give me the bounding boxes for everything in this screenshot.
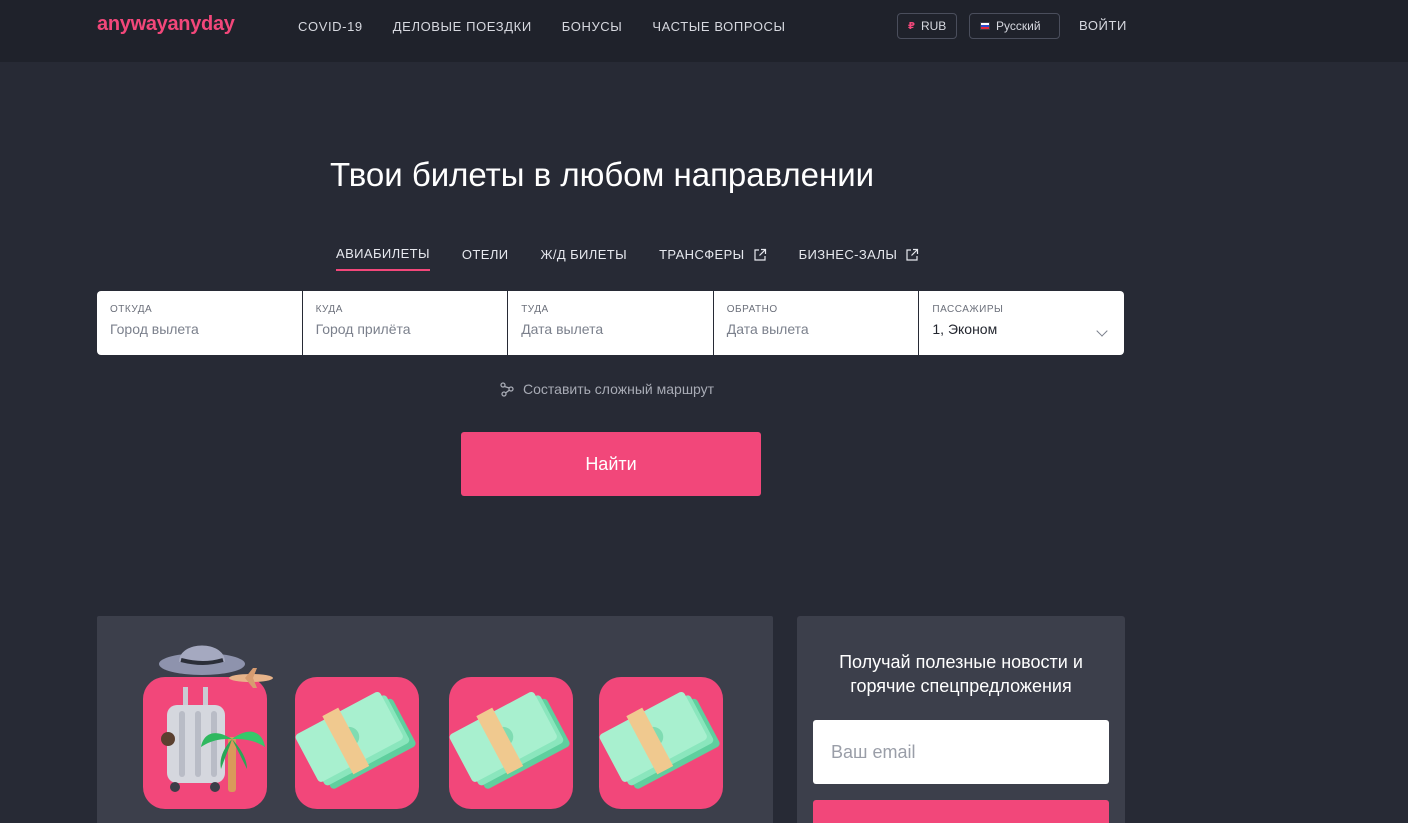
- find-button[interactable]: Найти: [461, 432, 761, 496]
- return-date-field[interactable]: ОБРАТНО Дата вылета: [714, 291, 920, 355]
- tab-rail[interactable]: Ж/Д БИЛЕТЫ: [541, 246, 628, 271]
- nav-item-faq[interactable]: ЧАСТЫЕ ВОПРОСЫ: [652, 19, 785, 34]
- ruble-icon: ₽: [908, 20, 915, 32]
- tab-transfers[interactable]: ТРАНСФЕРЫ: [659, 246, 767, 271]
- page-title: Твои билеты в любом направлении: [330, 156, 875, 193]
- money-icon: [449, 691, 570, 789]
- return-date-label: ОБРАТНО: [726, 304, 778, 315]
- return-date-input[interactable]: Дата вылета: [727, 321, 907, 337]
- brand-logo[interactable]: anywayanyday: [97, 13, 235, 36]
- currency-label: RUB: [920, 19, 947, 33]
- newsletter-title-line1: Получай полезные новости и: [839, 652, 1083, 672]
- airplane-icon: [229, 668, 273, 688]
- from-label: ОТКУДА: [110, 304, 153, 315]
- depart-date-input[interactable]: Дата вылета: [521, 321, 701, 337]
- tab-lounges[interactable]: БИЗНЕС-ЗАЛЫ: [799, 246, 920, 271]
- money-stack-illustration: [295, 677, 419, 809]
- money-icon: [295, 691, 416, 789]
- depart-date-field[interactable]: ТУДА Дата вылета: [508, 291, 714, 355]
- passengers-field[interactable]: ПАССАЖИРЫ 1, Эконом: [919, 291, 1124, 355]
- from-input[interactable]: Город вылета: [110, 321, 290, 337]
- tab-rail-label: Ж/Д БИЛЕТЫ: [540, 247, 628, 262]
- tab-lounges-label: БИЗНЕС-ЗАЛЫ: [798, 247, 898, 262]
- language-label: Русский: [996, 19, 1041, 33]
- nav-item-bonuses[interactable]: БОНУСЫ: [562, 19, 623, 34]
- complex-route-label: Составить сложный маршрут: [523, 381, 715, 397]
- to-field[interactable]: КУДА Город прилёта: [303, 291, 509, 355]
- email-input[interactable]: [813, 720, 1109, 784]
- tab-flights[interactable]: АВИАБИЛЕТЫ: [336, 246, 430, 271]
- nav-item-business-trips[interactable]: ДЕЛОВЫЕ ПОЕЗДКИ: [393, 19, 532, 34]
- depart-date-label: ТУДА: [521, 304, 549, 315]
- brand-logo-part1: anyway: [97, 13, 168, 35]
- product-tabs: АВИАБИЛЕТЫ ОТЕЛИ Ж/Д БИЛЕТЫ ТРАНСФЕРЫ БИ…: [336, 246, 919, 271]
- tab-flights-label: АВИАБИЛЕТЫ: [336, 246, 430, 261]
- russia-flag-icon: [980, 22, 990, 30]
- brand-logo-part2: anyday: [167, 13, 235, 35]
- flight-search-form: ОТКУДА Город вылета КУДА Город прилёта Т…: [97, 291, 1124, 355]
- newsletter-title-line2: горячие спецпредложения: [850, 676, 1072, 696]
- newsletter-card: Получай полезные новости и горячие спецп…: [797, 616, 1125, 823]
- nav-item-covid[interactable]: COVID-19: [298, 19, 363, 34]
- login-button[interactable]: ВОЙТИ: [1079, 18, 1127, 33]
- suitcase-icon: [161, 687, 265, 792]
- complex-route-link[interactable]: Составить сложный маршрут: [499, 381, 714, 397]
- passengers-label: ПАССАЖИРЫ: [932, 304, 1004, 315]
- external-link-icon: [753, 248, 766, 261]
- money-stack-illustration: [449, 677, 573, 809]
- tab-transfers-label: ТРАНСФЕРЫ: [659, 247, 745, 262]
- to-label: КУДА: [315, 304, 343, 315]
- passengers-value: 1, Эконом: [932, 321, 998, 337]
- promo-banner[interactable]: [97, 616, 773, 823]
- external-link-icon: [906, 248, 919, 261]
- top-header: anywayanyday COVID-19 ДЕЛОВЫЕ ПОЕЗДКИ БО…: [0, 0, 1408, 62]
- language-selector[interactable]: Русский: [969, 13, 1060, 39]
- money-stack-illustration: [599, 677, 723, 809]
- route-icon: [500, 382, 514, 397]
- from-field[interactable]: ОТКУДА Город вылета: [97, 291, 303, 355]
- money-icon: [599, 691, 720, 789]
- currency-selector[interactable]: ₽ RUB: [897, 13, 957, 39]
- tab-hotels[interactable]: ОТЕЛИ: [462, 246, 509, 271]
- suitcase-palm-illustration: [143, 677, 267, 809]
- to-input[interactable]: Город прилёта: [316, 321, 496, 337]
- main-nav: COVID-19 ДЕЛОВЫЕ ПОЕЗДКИ БОНУСЫ ЧАСТЫЕ В…: [298, 19, 786, 34]
- subscribe-button[interactable]: [813, 800, 1109, 823]
- tab-hotels-label: ОТЕЛИ: [461, 247, 509, 262]
- newsletter-title: Получай полезные новости и горячие спецп…: [797, 650, 1125, 698]
